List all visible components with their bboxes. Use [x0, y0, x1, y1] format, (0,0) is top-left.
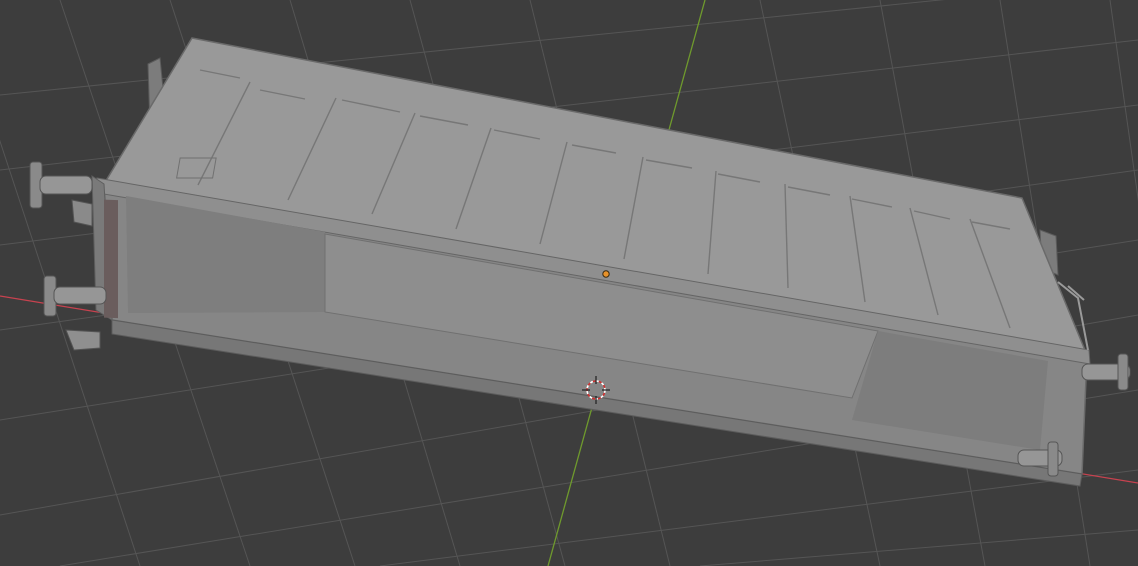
- object-origin-icon[interactable]: [602, 270, 610, 278]
- wagon-end-stripe: [104, 199, 118, 319]
- buffer-left-bracket: [71, 199, 93, 227]
- 3d-viewport[interactable]: [0, 0, 1138, 566]
